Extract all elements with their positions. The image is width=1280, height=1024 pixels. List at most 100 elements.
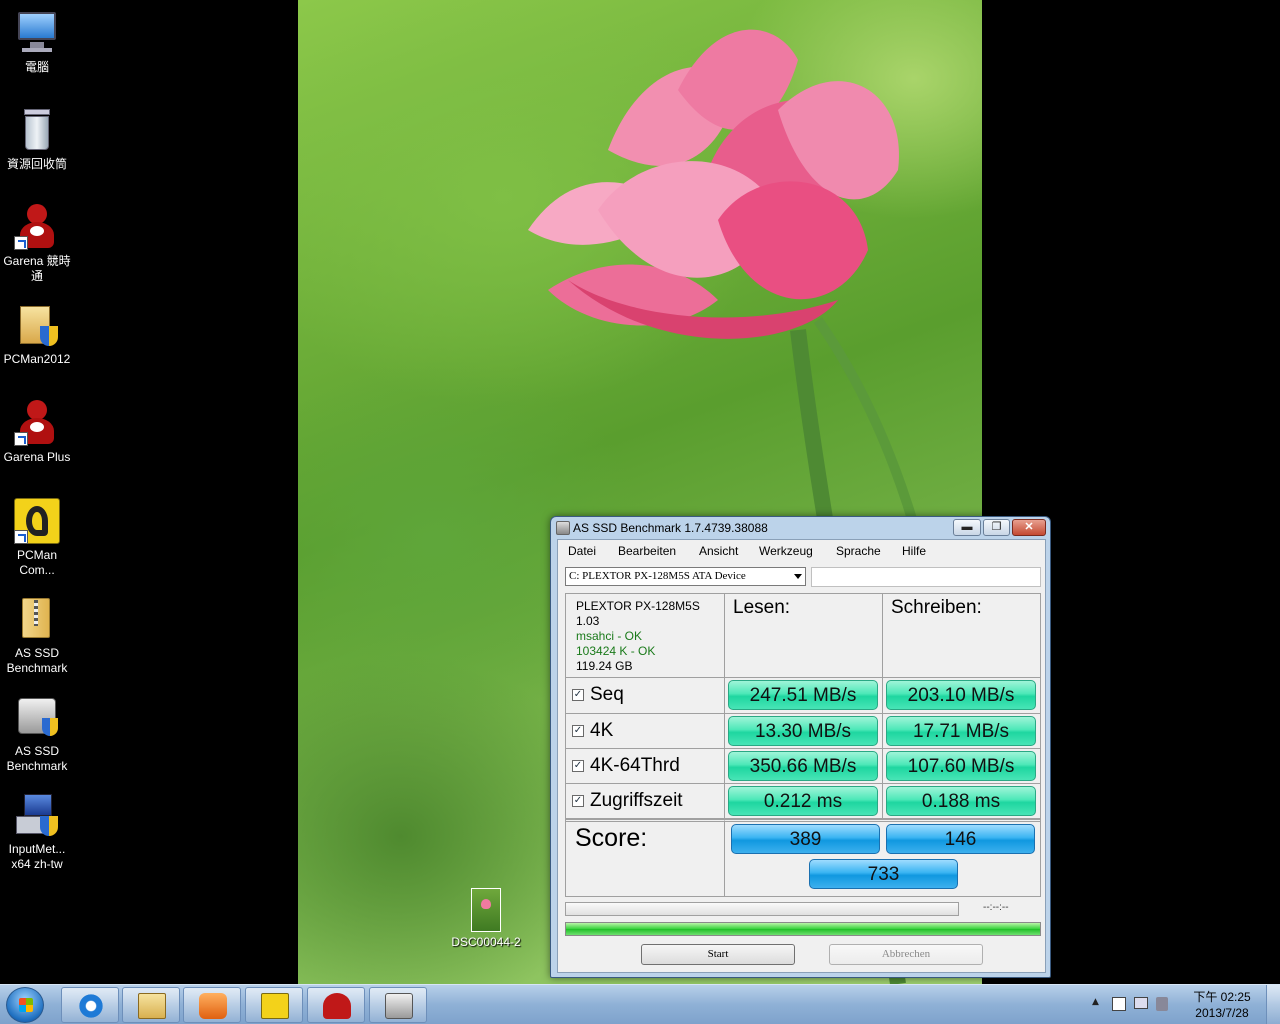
desktop-icon-label: AS SSD Benchmark	[6, 646, 68, 675]
internet-explorer-icon	[77, 993, 105, 1019]
window-client: Datei Bearbeiten Ansicht Werkzeug Sprach…	[557, 539, 1046, 973]
desktop-icon-garena-plus[interactable]: Garena Plus	[0, 400, 74, 465]
menu-bar: Datei Bearbeiten Ansicht Werkzeug Sprach…	[558, 540, 1045, 562]
taskbar-ie[interactable]	[61, 987, 119, 1023]
volume-icon[interactable]	[1156, 997, 1168, 1011]
garena-icon	[323, 993, 351, 1019]
drive-info-panel: PLEXTOR PX-128M5S 1.03 msahci - OK 10342…	[566, 594, 725, 678]
test-progress-bar	[565, 902, 959, 916]
score-label-cell: Score:	[566, 819, 725, 896]
menu-ansicht[interactable]: Ansicht	[699, 544, 738, 558]
menu-sprache[interactable]: Sprache	[836, 544, 881, 558]
4k-read-cell: 13.30 MB/s	[725, 714, 883, 749]
desktop-icon-as-ssd-app[interactable]: AS SSD Benchmark	[0, 694, 74, 774]
total-progress-fill	[566, 923, 1040, 935]
taskbar-pcman[interactable]	[245, 987, 303, 1023]
desktop-icon-label: Garena 競時通	[3, 254, 71, 283]
desktop-file-label: DSC00044-2	[451, 935, 521, 949]
4k-write-value: 17.71 MB/s	[886, 716, 1036, 746]
clock-time: 下午 02:25	[1193, 990, 1251, 1004]
garena-icon	[14, 400, 60, 446]
taskbar-clock[interactable]: 下午 02:25 2013/7/28	[1190, 989, 1254, 1021]
hdd-icon	[385, 993, 413, 1019]
media-player-icon	[199, 993, 227, 1019]
menu-werkzeug[interactable]: Werkzeug	[759, 544, 813, 558]
4k-label: 4K	[590, 720, 614, 741]
zip-folder-icon	[14, 596, 60, 642]
menu-datei[interactable]: Datei	[568, 544, 596, 558]
installer-icon	[14, 302, 60, 348]
zugriffszeit-read-cell: 0.212 ms	[725, 784, 883, 819]
maximize-button[interactable]: ❐	[983, 519, 1010, 536]
score-write: 146	[886, 824, 1035, 854]
action-center-icon[interactable]	[1112, 997, 1126, 1011]
write-column-header: Schreiben:	[883, 594, 1041, 678]
desktop-icon-garena[interactable]: Garena 競時通	[0, 204, 74, 284]
desktop-icon-label: AS SSD Benchmark	[6, 744, 68, 773]
desktop-icon-inputmethod[interactable]: InputMet... x64 zh-tw	[0, 792, 74, 872]
4k-read-value: 13.30 MB/s	[728, 716, 878, 746]
4k-64thrd-write-cell: 107.60 MB/s	[883, 749, 1041, 784]
row-seq: ✓ Seq	[566, 678, 725, 714]
4k-write-cell: 17.71 MB/s	[883, 714, 1041, 749]
seq-read-cell: 247.51 MB/s	[725, 678, 883, 714]
desktop-icon-as-ssd-folder[interactable]: AS SSD Benchmark	[0, 596, 74, 676]
4k-64thrd-read-cell: 350.66 MB/s	[725, 749, 883, 784]
installer-icon	[14, 792, 60, 838]
garena-icon	[14, 204, 60, 250]
desktop-icon-label: InputMet... x64 zh-tw	[8, 842, 66, 871]
desktop-file-image[interactable]: DSC00044-2	[448, 888, 524, 949]
show-hidden-icons-button[interactable]: ▲	[1092, 997, 1099, 1007]
seq-write-value: 203.10 MB/s	[886, 680, 1036, 710]
desktop-icon-pcman-com[interactable]: PCMan Com...	[0, 498, 74, 578]
taskbar-explorer[interactable]	[122, 987, 180, 1023]
driver-status: msahci - OK	[576, 629, 643, 643]
close-button[interactable]: ✕	[1012, 519, 1046, 536]
desktop-icon-computer[interactable]: 電腦	[0, 10, 74, 75]
abort-button[interactable]: Abbrechen	[829, 944, 983, 965]
alignment-status: 103424 K - OK	[576, 644, 656, 658]
score-total: 733	[809, 859, 958, 889]
4k-64thrd-write-value: 107.60 MB/s	[886, 751, 1036, 781]
4k-64thrd-label: 4K-64Thrd	[590, 755, 680, 776]
score-values-cell: 389 146 733	[725, 819, 1041, 896]
folder-icon	[138, 993, 166, 1019]
clock-date: 2013/7/28	[1195, 1006, 1249, 1020]
desktop-icon-recycle-bin[interactable]: 資源回收筒	[0, 107, 74, 172]
hdd-icon	[14, 694, 60, 740]
as-ssd-window[interactable]: AS SSD Benchmark 1.7.4739.38088 ▬ ❐ ✕ Da…	[550, 516, 1051, 978]
desktop-icon-label: Garena Plus	[3, 450, 71, 464]
app-icon	[556, 521, 570, 535]
chevron-down-icon	[794, 574, 802, 579]
menu-bearbeiten[interactable]: Bearbeiten	[618, 544, 676, 558]
minimize-button[interactable]: ▬	[953, 519, 981, 536]
seq-read-value: 247.51 MB/s	[728, 680, 878, 710]
results-grid: PLEXTOR PX-128M5S 1.03 msahci - OK 10342…	[565, 593, 1041, 897]
row-4k-64thrd: ✓ 4K-64Thrd	[566, 749, 725, 784]
show-desktop-button[interactable]	[1266, 985, 1280, 1024]
taskbar-as-ssd[interactable]	[369, 987, 427, 1023]
pcman-icon	[14, 498, 60, 544]
drive-select[interactable]: C: PLEXTOR PX-128M5S ATA Device	[565, 567, 806, 586]
total-progress-bar	[565, 922, 1041, 936]
desktop-icon-pcman2012[interactable]: PCMan2012	[0, 302, 74, 367]
read-column-header: Lesen:	[725, 594, 883, 678]
zugriffszeit-write-value: 0.188 ms	[886, 786, 1036, 816]
window-titlebar[interactable]: AS SSD Benchmark 1.7.4739.38088 ▬ ❐ ✕	[551, 517, 1050, 539]
desktop-icon-label: PCMan Com...	[16, 548, 57, 577]
seq-write-cell: 203.10 MB/s	[883, 678, 1041, 714]
menu-hilfe[interactable]: Hilfe	[902, 544, 926, 558]
taskbar-media-player[interactable]	[183, 987, 241, 1023]
drive-model: PLEXTOR PX-128M5S	[576, 599, 700, 613]
window-title: AS SSD Benchmark 1.7.4739.38088	[573, 521, 768, 535]
score-read: 389	[731, 824, 880, 854]
start-button[interactable]: Start	[641, 944, 795, 965]
start-button[interactable]	[6, 987, 44, 1023]
pcman-icon	[261, 993, 289, 1019]
recycle-bin-icon	[14, 107, 60, 153]
network-icon[interactable]	[1134, 997, 1148, 1009]
computer-icon	[14, 10, 60, 56]
desktop-icon-label: 資源回收筒	[6, 157, 67, 171]
row-4k: ✓ 4K	[566, 714, 725, 749]
taskbar-garena[interactable]	[307, 987, 365, 1023]
